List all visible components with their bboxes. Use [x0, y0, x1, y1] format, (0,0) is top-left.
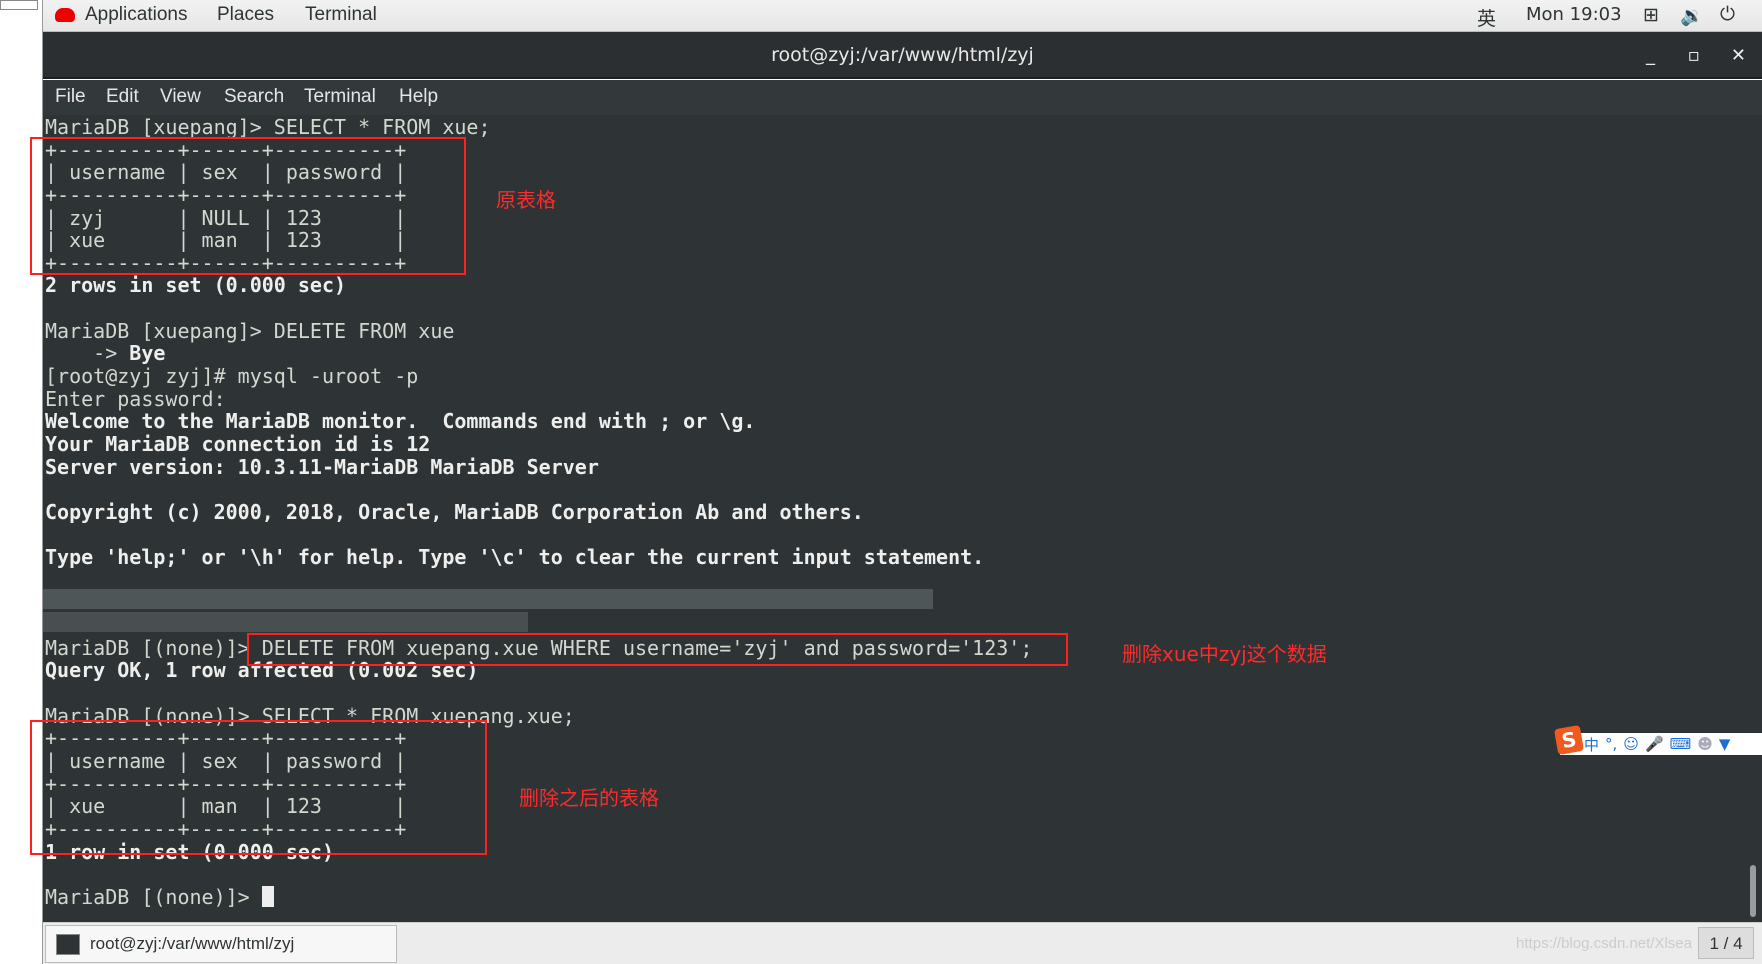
window-titlebar: root@zyj:/var/www/html/zyj _ ▫ ✕: [43, 32, 1762, 79]
power-icon[interactable]: ⏻: [1720, 4, 1735, 26]
top-panel: Applications Places Terminal 英 Mon 19:03…: [43, 0, 1762, 32]
clock[interactable]: Mon 19:03: [1526, 4, 1622, 25]
terminal-line: Copyright (c) 2000, 2018, Oracle, MariaD…: [45, 501, 1032, 524]
cursor: [261, 885, 274, 907]
line-text: MariaDB [xuepang]> DELETE FROM xue: [45, 318, 455, 343]
input-method-indicator[interactable]: 英: [1477, 4, 1496, 31]
places-menu[interactable]: Places: [217, 4, 274, 26]
menu-edit[interactable]: Edit: [106, 86, 139, 108]
line-text: Your MariaDB connection id is 12: [45, 431, 431, 456]
terminal-icon: [56, 934, 80, 955]
line-text: Enter password:: [45, 386, 226, 411]
menu-file[interactable]: File: [55, 86, 86, 108]
network-icon[interactable]: ⊞: [1643, 4, 1659, 27]
user-icon[interactable]: ☻: [1697, 735, 1713, 753]
menu-search[interactable]: Search: [224, 86, 284, 108]
applications-menu[interactable]: Applications: [85, 4, 187, 26]
sogou-logo-icon[interactable]: S: [1553, 724, 1585, 756]
watermark: https://blog.csdn.net/Xlsea: [1516, 935, 1692, 952]
emoji-icon[interactable]: ☺: [1623, 735, 1639, 753]
terminal-line: MariaDB [(none)]>: [45, 884, 1032, 909]
microphone-icon[interactable]: 🎤: [1645, 735, 1664, 753]
menu-terminal[interactable]: Terminal: [304, 86, 376, 108]
menu-view[interactable]: View: [160, 86, 201, 108]
ime-toolbar[interactable]: 中 °, ☺ 🎤 ⌨ ☻ ▼: [1560, 733, 1762, 755]
window-title: root@zyj:/var/www/html/zyj: [771, 44, 1034, 66]
scrollbar[interactable]: [1750, 865, 1756, 917]
skin-icon[interactable]: ▼: [1719, 735, 1731, 753]
annotation-after-table: 删除之后的表格: [519, 786, 659, 810]
line-text: 2 rows in set (0.000 sec): [45, 273, 347, 298]
line-text: ->: [45, 341, 130, 366]
line-text: [root@zyj zyj]# mysql -uroot -p: [45, 364, 419, 389]
terminal-line: Enter password:: [45, 386, 1032, 411]
line-text: MariaDB [xuepang]> SELECT * FROM xue;: [45, 115, 491, 139]
line-text: Server version: 10.3.11-MariaDB MariaDB …: [45, 454, 599, 479]
line-text: Type 'help;' or '\h' for help. Type '\c'…: [45, 545, 985, 570]
annotation-original-table: 原表格: [496, 188, 556, 212]
terminal-line: MariaDB [xuepang]> DELETE FROM xue: [45, 318, 1032, 343]
terminal-line: Welcome to the MariaDB monitor. Commands…: [45, 410, 1032, 433]
annotation-box-original: [30, 137, 466, 275]
terminal-app-menu[interactable]: Terminal: [305, 4, 377, 26]
ime-punct[interactable]: °,: [1605, 735, 1617, 753]
task-label: root@zyj:/var/www/html/zyj: [90, 934, 295, 953]
redhat-logo-icon: [55, 8, 75, 22]
terminal-line: MariaDB [xuepang]> SELECT * FROM xue;: [45, 116, 1032, 139]
taskbar: root@zyj:/var/www/html/zyj https://blog.…: [43, 922, 1762, 964]
workspace-pager[interactable]: 1 / 4: [1698, 927, 1754, 959]
maximize-button[interactable]: ▫: [1688, 32, 1700, 79]
ime-mode[interactable]: 中: [1584, 734, 1599, 755]
terminal-line: Type 'help;' or '\h' for help. Type '\c'…: [45, 546, 1032, 569]
terminal-line: 2 rows in set (0.000 sec): [45, 274, 1032, 297]
terminal-line: -> Bye: [45, 342, 1032, 365]
close-button[interactable]: ✕: [1731, 32, 1746, 79]
taskbar-terminal-item[interactable]: root@zyj:/var/www/html/zyj: [45, 925, 397, 963]
terminal-line: Server version: 10.3.11-MariaDB MariaDB …: [45, 454, 1032, 479]
terminal-line: Your MariaDB connection id is 12: [45, 433, 1032, 456]
blurred-text: [43, 589, 933, 609]
line-text: Bye: [129, 341, 166, 366]
dropdown[interactable]: [0, 0, 38, 10]
line-text: Welcome to the MariaDB monitor. Commands…: [45, 409, 756, 434]
minimize-button[interactable]: _: [1646, 32, 1655, 79]
annotation-delete-note: 删除xue中zyj这个数据: [1122, 642, 1327, 666]
volume-icon[interactable]: 🔉: [1680, 4, 1704, 28]
annotation-box-delete: [247, 633, 1068, 666]
annotation-box-after: [30, 720, 487, 855]
line-text: MariaDB [(none)]>: [45, 884, 262, 909]
terminal-line: [root@zyj zyj]# mysql -uroot -p: [45, 365, 1032, 388]
line-text: Copyright (c) 2000, 2018, Oracle, MariaD…: [45, 499, 864, 524]
menu-help[interactable]: Help: [399, 86, 438, 108]
menu-bar: File Edit View Search Terminal Help: [43, 80, 1762, 115]
blurred-text: [43, 612, 528, 632]
keyboard-icon[interactable]: ⌨: [1670, 735, 1692, 753]
